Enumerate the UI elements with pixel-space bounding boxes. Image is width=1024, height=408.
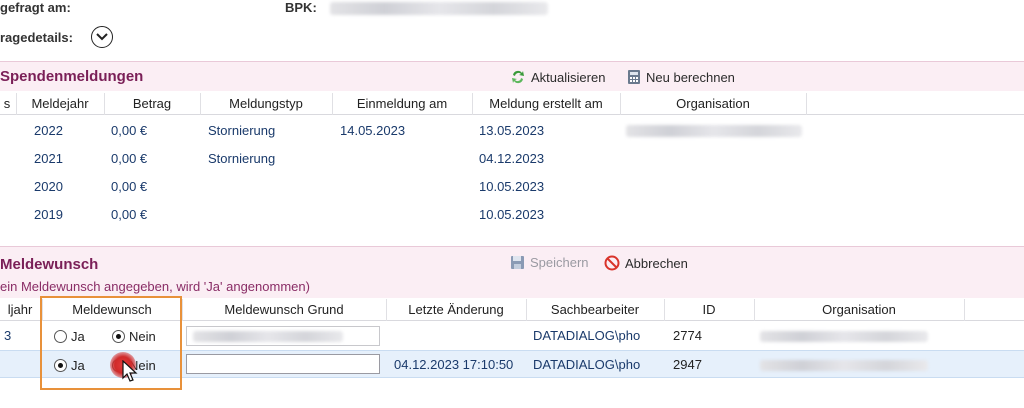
- radio-yes-unchecked[interactable]: [54, 330, 67, 344]
- reason-input-row2[interactable]: [186, 354, 380, 374]
- col-header-wish: Meldewunsch: [72, 302, 152, 317]
- row-created: 10.05.2023: [479, 179, 545, 194]
- col-header-prefix: s: [3, 96, 11, 111]
- radio-yes-checked[interactable]: [54, 359, 67, 373]
- refresh-label: Aktualisieren: [531, 69, 606, 85]
- cancel-button[interactable]: Abbrechen: [604, 255, 688, 271]
- row-year-fragment: 3: [4, 328, 12, 343]
- row-organisation-redacted: [760, 331, 928, 342]
- col-header-clerk: Sachbearbeiter: [550, 302, 640, 317]
- radio-yes-label: Ja: [71, 358, 85, 374]
- row-clerk: DATADIALOG\pho: [533, 328, 641, 343]
- table-row[interactable]: 2022 0,00 € Stornierung 14.05.2023 13.05…: [0, 117, 1024, 145]
- row-id: 2774: [673, 328, 702, 343]
- row-organisation-redacted: [626, 125, 802, 137]
- row-year: 2019: [34, 207, 63, 222]
- col-header-year: Meldejahr: [31, 96, 89, 111]
- calculator-icon: [628, 70, 640, 84]
- col-header-created: Meldung erstellt am: [489, 96, 603, 111]
- table-row-selected[interactable]: Ja Nein 04.12.2023 17:10:50 DATADIALOG\p…: [0, 350, 1024, 378]
- wish-title: Meldewunsch: [0, 256, 99, 273]
- wish-section-header: Meldewunsch ein Meldewunsch angegeben, w…: [0, 246, 1024, 298]
- wish-yes-radio-row1[interactable]: Ja: [54, 328, 85, 344]
- donations-section-header: Spendenmeldungen Aktualisieren Neu berec…: [0, 61, 1024, 91]
- row-year: 2021: [34, 151, 63, 166]
- col-header-reason: Meldewunsch Grund: [224, 302, 344, 317]
- cancel-icon: [604, 255, 620, 271]
- row-type: Stornierung: [208, 123, 276, 138]
- expand-details-button[interactable]: [91, 26, 113, 48]
- chevron-down-icon: [96, 33, 108, 41]
- row-amount: 0,00 €: [111, 151, 148, 166]
- save-button[interactable]: Speichern: [510, 255, 589, 270]
- floppy-disk-icon: [511, 256, 524, 269]
- mouse-cursor-icon: [122, 360, 138, 382]
- row-id: 2947: [673, 357, 702, 372]
- row-organisation-redacted: [760, 360, 928, 371]
- reason-value-redacted: [193, 331, 343, 342]
- reason-input-row1[interactable]: [186, 326, 380, 346]
- requested-at-label: gefragt am:: [0, 0, 71, 15]
- col-header-organisation: Organisation: [822, 302, 896, 317]
- wish-yes-radio-row2[interactable]: Ja: [54, 357, 85, 373]
- radio-no-label: Nein: [129, 329, 156, 345]
- row-year: 2020: [34, 179, 63, 194]
- col-header-type: Meldungstyp: [229, 96, 303, 111]
- donations-title: Spendenmeldungen: [0, 68, 144, 85]
- table-row[interactable]: 3 Ja Nein DATADIALOG\pho 2774: [0, 322, 1024, 350]
- bpk-value-redacted: [330, 2, 548, 15]
- radio-yes-label: Ja: [71, 329, 85, 345]
- col-header-organisation: Organisation: [676, 96, 750, 111]
- row-year: 2022: [34, 123, 63, 138]
- col-header-last-change: Letzte Änderung: [408, 302, 504, 317]
- save-label: Speichern: [530, 255, 589, 270]
- row-created: 13.05.2023: [479, 123, 545, 138]
- cancel-label: Abbrechen: [625, 255, 688, 271]
- col-header-id: ID: [702, 302, 716, 317]
- wish-no-radio-row1[interactable]: Nein: [112, 328, 156, 344]
- col-header-year-fragment: ljahr: [7, 302, 33, 317]
- table-row[interactable]: 2021 0,00 € Stornierung 04.12.2023: [0, 145, 1024, 173]
- table-row[interactable]: 2020 0,00 € 10.05.2023: [0, 173, 1024, 201]
- bpk-label: BPK:: [285, 0, 317, 15]
- row-created: 10.05.2023: [479, 207, 545, 222]
- col-header-reported: Einmeldung am: [356, 96, 448, 111]
- refresh-icon: [512, 70, 524, 84]
- col-header-amount: Betrag: [132, 96, 172, 111]
- wish-table-header: ljahr Meldewunsch Meldewunsch Grund Letz…: [0, 299, 1024, 321]
- donations-table-header: s Meldejahr Betrag Meldungstyp Einmeldun…: [0, 93, 1024, 115]
- row-type: Stornierung: [208, 151, 276, 166]
- recalculate-button[interactable]: Neu berechnen: [627, 69, 735, 85]
- row-last-change: 04.12.2023 17:10:50: [394, 357, 514, 372]
- wish-hint: ein Meldewunsch angegeben, wird 'Ja' ang…: [0, 279, 310, 294]
- radio-no-checked[interactable]: [112, 330, 125, 344]
- row-amount: 0,00 €: [111, 207, 148, 222]
- recalculate-label: Neu berechnen: [646, 69, 735, 85]
- row-created: 04.12.2023: [479, 151, 545, 166]
- refresh-button[interactable]: Aktualisieren: [510, 69, 605, 85]
- table-row[interactable]: 2019 0,00 € 10.05.2023: [0, 201, 1024, 229]
- row-amount: 0,00 €: [111, 123, 148, 138]
- row-amount: 0,00 €: [111, 179, 148, 194]
- details-label: ragedetails:: [0, 30, 73, 45]
- row-clerk: DATADIALOG\pho: [533, 357, 641, 372]
- row-reported: 14.05.2023: [340, 123, 406, 138]
